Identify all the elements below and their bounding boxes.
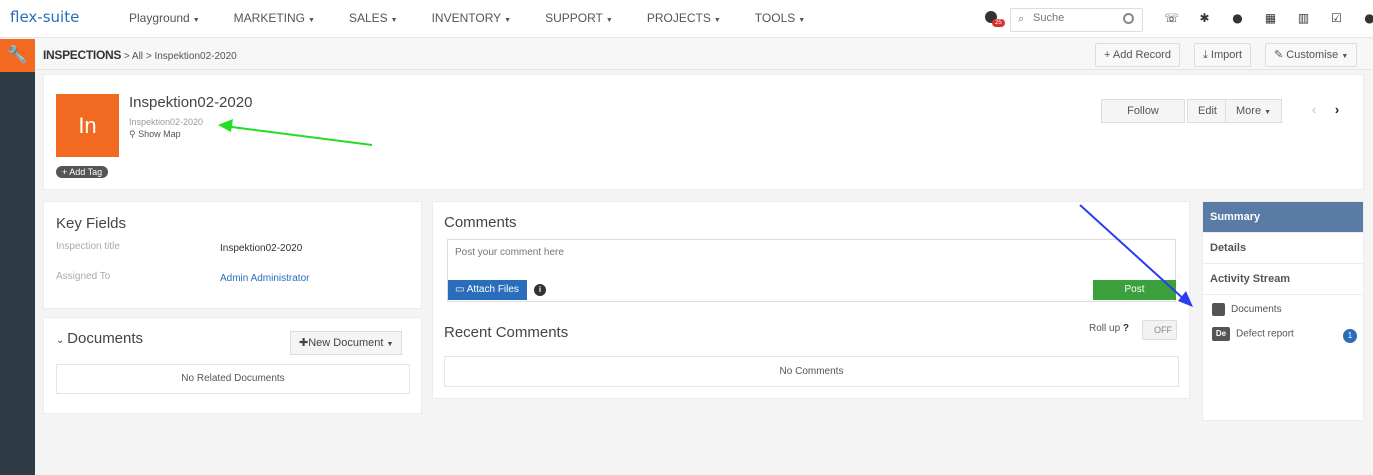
blue-arrow xyxy=(1079,204,1193,307)
green-arrow xyxy=(218,119,373,146)
annotation-arrows xyxy=(218,119,1193,307)
